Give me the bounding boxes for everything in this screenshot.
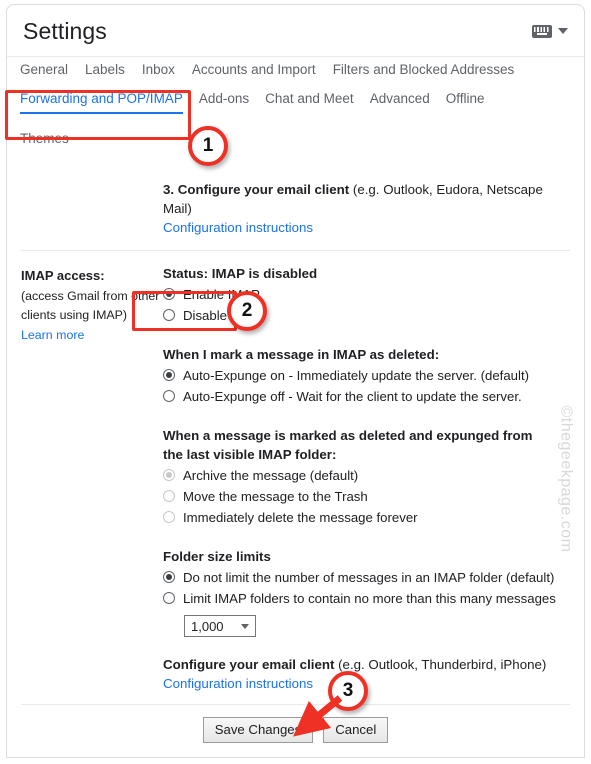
tab-row-1: General Labels Inbox Accounts and Import… (20, 62, 580, 79)
radio-button-icon[interactable] (163, 390, 175, 402)
imap-status-text: Status: IMAP is disabled (163, 266, 318, 281)
tab-filters-and-blocked-addresses[interactable]: Filters and Blocked Addresses (333, 62, 515, 79)
tab-themes[interactable]: Themes (20, 131, 69, 148)
tab-row-3: Themes (20, 131, 580, 148)
radio-enable-imap[interactable]: Enable IMAP (163, 285, 570, 304)
tab-add-ons[interactable]: Add-ons (199, 91, 249, 108)
folder-limit-select-value: 1,000 (191, 618, 224, 634)
radio-limit-folder-label: Limit IMAP folders to contain no more th… (183, 591, 556, 606)
imap-left-column: IMAP access: (access Gmail from other cl… (21, 264, 163, 693)
expunge-group-title: When I mark a message in IMAP as deleted… (163, 347, 440, 362)
radio-archive-message-label: Archive the message (default) (183, 468, 359, 483)
client-configuration-instructions-link[interactable]: Configuration instructions (163, 674, 570, 693)
pop-configure-section: 3. Configure your email client (e.g. Out… (7, 180, 584, 237)
radio-button-icon (163, 469, 175, 481)
window-header: Settings (7, 5, 584, 57)
page-title: Settings (23, 17, 107, 44)
pop-left-spacer (21, 180, 163, 237)
imap-right-column: Status: IMAP is disabled Enable IMAP Dis… (163, 264, 570, 693)
imap-learn-more-link[interactable]: Learn more (21, 326, 163, 346)
imap-access-section: IMAP access: (access Gmail from other cl… (7, 264, 584, 693)
tab-row-2: Forwarding and POP/IMAP Add-ons Chat and… (20, 91, 580, 114)
radio-disable-imap-label: Disable IMAP (183, 308, 263, 323)
radio-disable-imap[interactable]: Disable IMAP (163, 306, 570, 325)
radio-auto-expunge-off-label: Auto-Expunge off - Wait for the client t… (183, 389, 522, 404)
tab-general[interactable]: General (20, 62, 68, 79)
client-heading: Configure your email client (e.g. Outloo… (163, 655, 555, 674)
client-heading-rest: (e.g. Outlook, Thunderbird, iPhone) (334, 657, 547, 672)
pop-configuration-instructions-link[interactable]: Configuration instructions (163, 218, 570, 237)
radio-delete-forever: Immediately delete the message forever (163, 508, 570, 527)
radio-auto-expunge-off[interactable]: Auto-Expunge off - Wait for the client t… (163, 387, 570, 406)
radio-button-icon (163, 490, 175, 502)
radio-button-icon[interactable] (163, 571, 175, 583)
imap-access-label: IMAP access: (21, 268, 105, 283)
pop-heading: 3. Configure your email client (e.g. Out… (163, 180, 555, 218)
folder-limit-select[interactable]: 1,000 (184, 615, 256, 637)
footer-buttons: Save Changes Cancel (7, 717, 584, 743)
save-changes-button[interactable]: Save Changes (202, 717, 314, 743)
tab-labels[interactable]: Labels (85, 62, 125, 79)
footer-divider (21, 704, 570, 705)
radio-archive-message: Archive the message (default) (163, 466, 570, 485)
client-heading-strong: Configure your email client (163, 657, 335, 672)
radio-auto-expunge-on[interactable]: Auto-Expunge on - Immediately update the… (163, 366, 570, 385)
section-divider-1 (21, 250, 570, 251)
tab-chat-and-meet[interactable]: Chat and Meet (265, 91, 354, 108)
radio-auto-expunge-on-label: Auto-Expunge on - Immediately update the… (183, 368, 529, 383)
radio-no-folder-limit-label: Do not limit the number of messages in a… (183, 570, 555, 585)
folder-size-limits-title: Folder size limits (163, 549, 271, 564)
radio-move-to-trash: Move the message to the Trash (163, 487, 570, 506)
pop-right: 3. Configure your email client (e.g. Out… (163, 180, 570, 237)
tab-inbox[interactable]: Inbox (142, 62, 175, 79)
chevron-down-icon (241, 623, 249, 629)
cancel-button[interactable]: Cancel (323, 717, 389, 743)
radio-delete-forever-label: Immediately delete the message forever (183, 510, 418, 525)
chevron-down-icon[interactable] (558, 28, 568, 34)
tab-forwarding-and-pop-imap[interactable]: Forwarding and POP/IMAP (20, 91, 183, 114)
radio-button-icon[interactable] (163, 592, 175, 604)
radio-no-folder-limit[interactable]: Do not limit the number of messages in a… (163, 568, 570, 587)
tab-offline[interactable]: Offline (446, 91, 485, 108)
radio-move-to-trash-label: Move the message to the Trash (183, 489, 368, 504)
header-divider (7, 56, 584, 57)
radio-button-icon[interactable] (163, 288, 175, 300)
deleted-group-title: When a message is marked as deleted and … (163, 428, 533, 462)
tab-advanced[interactable]: Advanced (370, 91, 430, 108)
keyboard-icon[interactable] (532, 24, 552, 38)
pop-heading-strong: 3. Configure your email client (163, 182, 350, 197)
tab-accounts-and-import[interactable]: Accounts and Import (192, 62, 316, 79)
radio-button-icon (163, 511, 175, 523)
radio-enable-imap-label: Enable IMAP (183, 287, 260, 302)
settings-tabs: General Labels Inbox Accounts and Import… (20, 62, 580, 148)
radio-button-icon[interactable] (163, 369, 175, 381)
radio-button-icon[interactable] (163, 309, 175, 321)
imap-access-note: (access Gmail from other clients using I… (21, 288, 160, 323)
settings-content: 3. Configure your email client (e.g. Out… (7, 180, 584, 743)
header-actions (532, 24, 568, 38)
radio-limit-folder[interactable]: Limit IMAP folders to contain no more th… (163, 589, 570, 608)
settings-window: Settings General Labels Inbox Accounts a… (0, 0, 591, 764)
